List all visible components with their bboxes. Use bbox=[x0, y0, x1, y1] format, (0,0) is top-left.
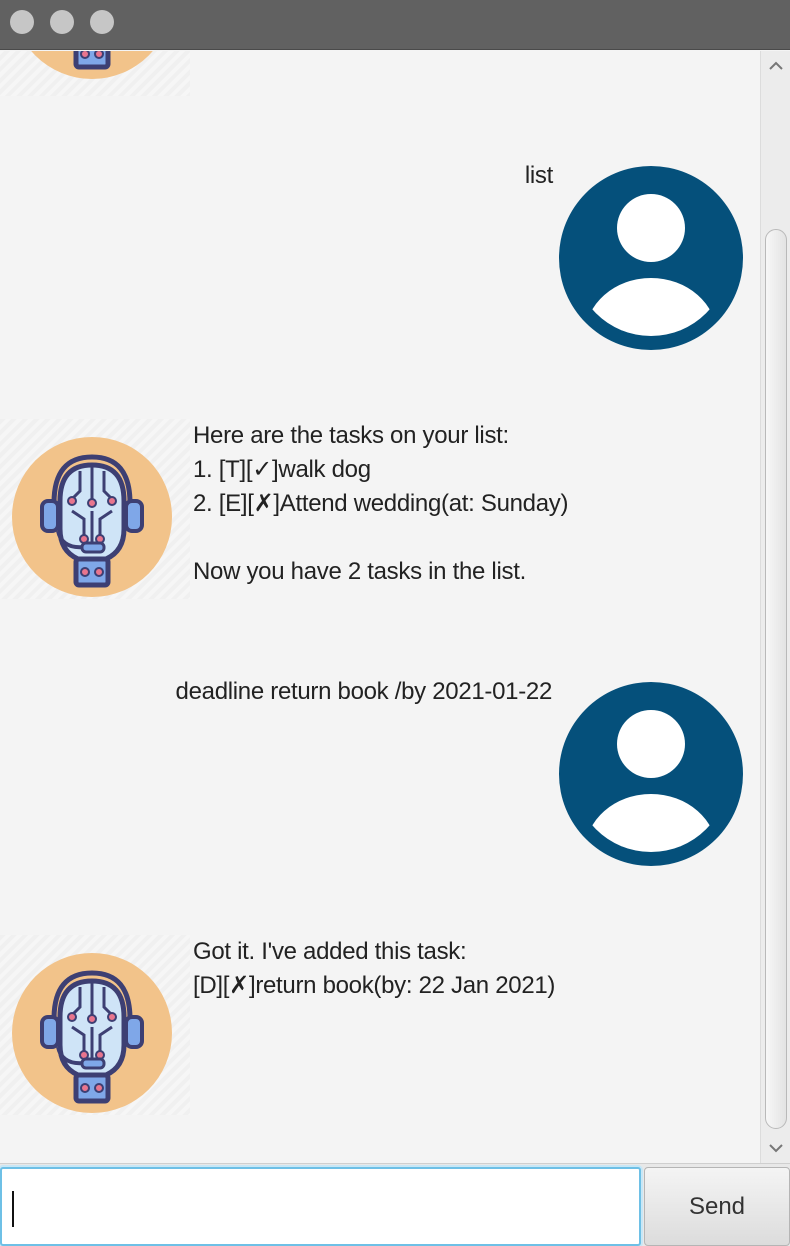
bot-dialog-row: Got it. I've added this task: [D][✗]retu… bbox=[0, 935, 760, 1127]
user-dialog-row: list bbox=[0, 151, 760, 361]
bot-message: Here are the tasks on your list: 1. [T][… bbox=[193, 422, 569, 585]
vertical-scrollbar[interactable] bbox=[760, 51, 790, 1163]
bot-avatar bbox=[12, 437, 172, 597]
bot-avatar bbox=[31, 51, 153, 79]
user-message: deadline return book /by 2021-01-22 bbox=[175, 678, 553, 705]
close-window-button[interactable] bbox=[10, 10, 34, 34]
zoom-window-button[interactable] bbox=[90, 10, 114, 34]
user-avatar-icon bbox=[559, 166, 743, 350]
user-message: list bbox=[524, 162, 553, 189]
title-bar bbox=[0, 0, 790, 50]
chevron-up-icon[interactable] bbox=[767, 57, 785, 75]
bot-message: Got it. I've added this task: [D][✗]retu… bbox=[193, 938, 556, 999]
text-caret bbox=[12, 1191, 14, 1227]
app-window: list Here are the tasks on your list: 1.… bbox=[0, 0, 790, 1246]
scrollbar-thumb[interactable] bbox=[765, 229, 787, 1129]
message-input[interactable] bbox=[0, 1167, 641, 1246]
user-dialog-row: deadline return book /by 2021-01-22 bbox=[0, 667, 760, 877]
user-avatar-icon bbox=[559, 682, 743, 866]
chevron-down-icon[interactable] bbox=[767, 1139, 785, 1157]
input-bar: Send bbox=[0, 1163, 790, 1246]
dialog-container[interactable]: list Here are the tasks on your list: 1.… bbox=[0, 51, 760, 1163]
bot-dialog-row: Here are the tasks on your list: 1. [T][… bbox=[0, 419, 760, 611]
send-button[interactable]: Send bbox=[644, 1167, 790, 1246]
bot-avatar bbox=[12, 953, 172, 1113]
minimize-window-button[interactable] bbox=[50, 10, 74, 34]
